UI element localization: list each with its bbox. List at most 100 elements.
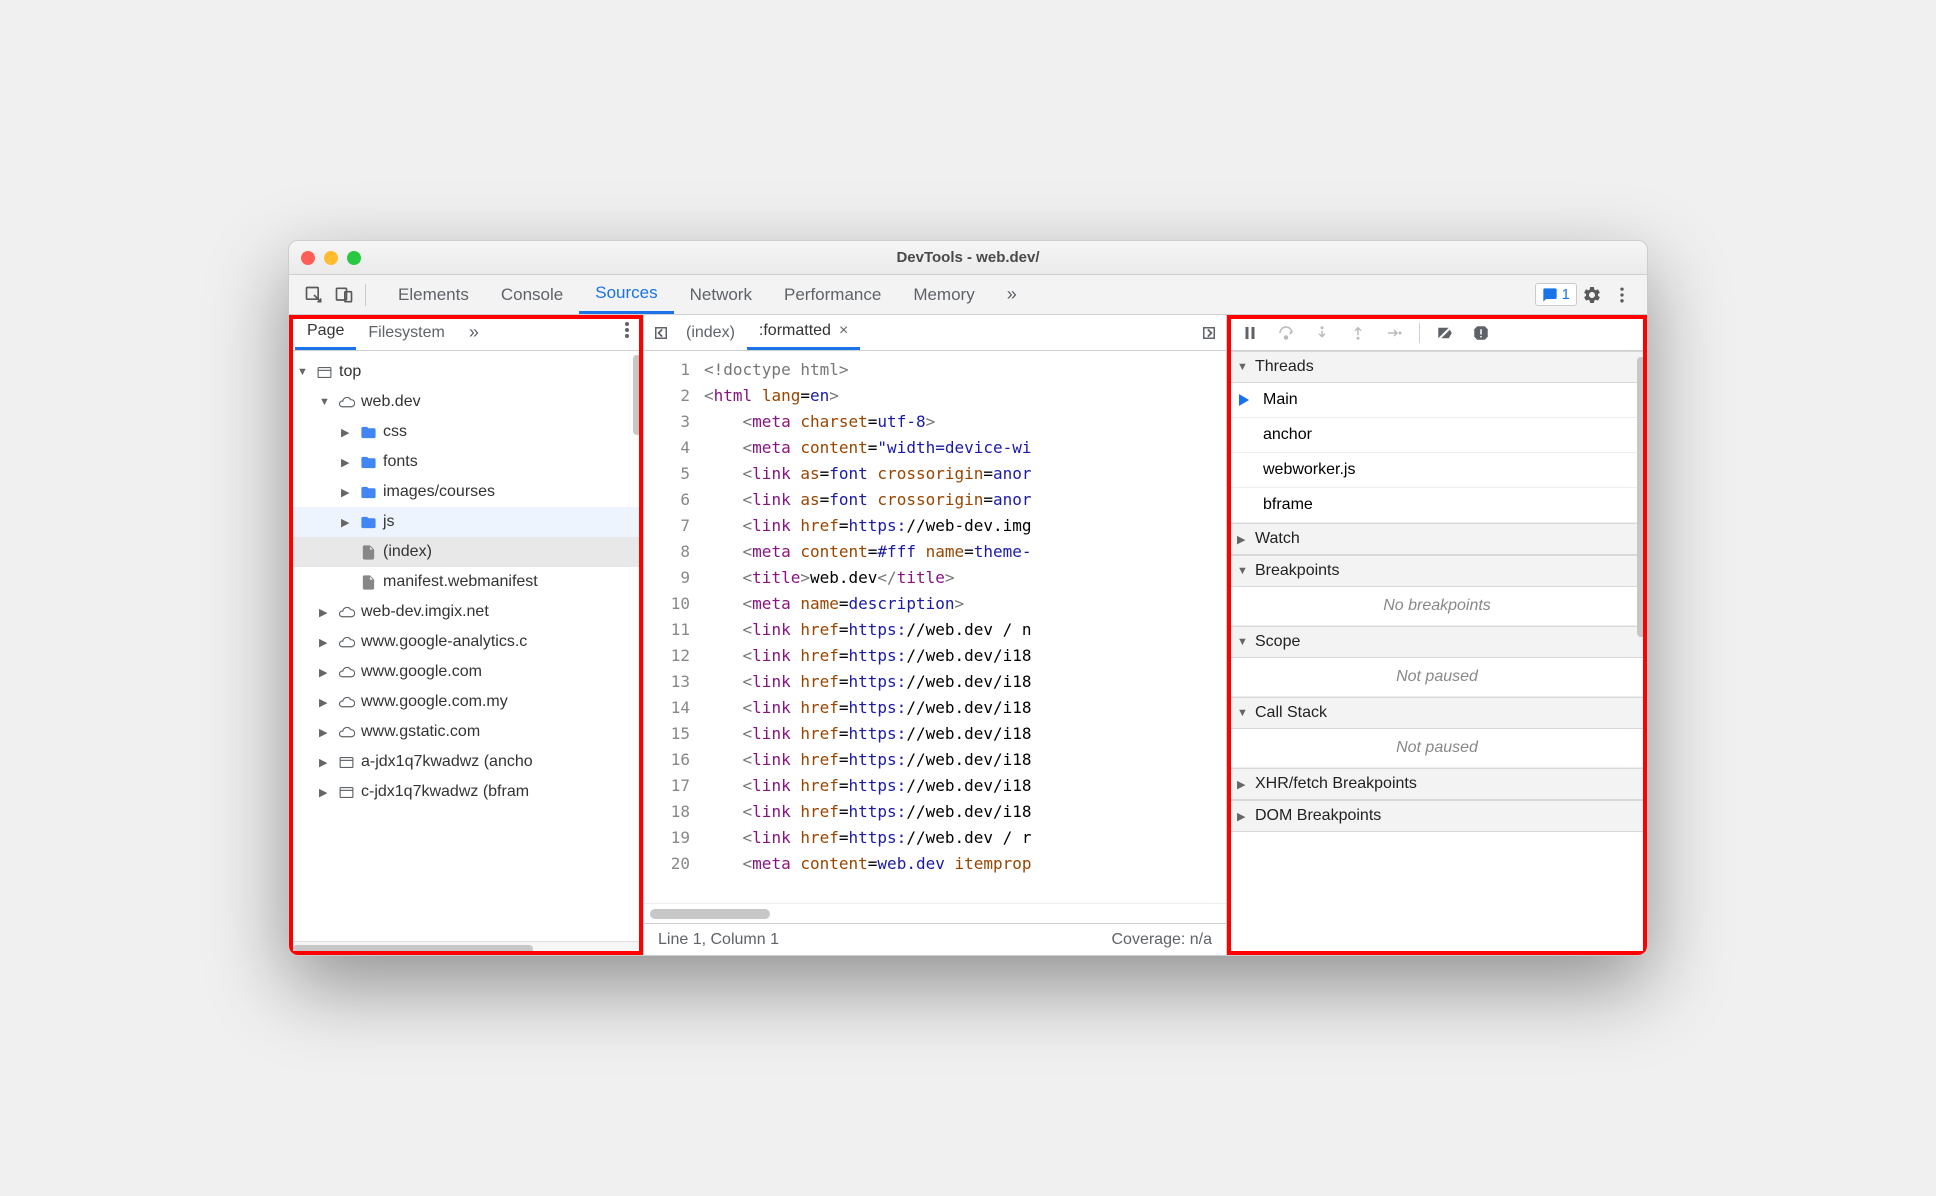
file-tree[interactable]: ▼top▼web.dev▶css▶fonts▶images/courses▶js… [289, 351, 643, 941]
pause-icon[interactable] [1235, 318, 1265, 348]
maximize-window-button[interactable] [347, 251, 361, 265]
tree-item[interactable]: ▶ www.google.com.my [289, 687, 643, 717]
deactivate-breakpoints-icon[interactable] [1430, 318, 1460, 348]
navigator-tab-filesystem[interactable]: Filesystem [356, 315, 456, 350]
section-header[interactable]: ▶DOM Breakpoints [1227, 800, 1647, 832]
tree-item-label: manifest.webmanifest [383, 573, 538, 591]
folder-icon [359, 513, 377, 531]
thread-item[interactable]: bframe [1227, 488, 1647, 523]
navigator-tab-page[interactable]: Page [295, 315, 356, 350]
vertical-scrollbar[interactable] [1637, 357, 1645, 637]
cloud-icon [337, 723, 355, 741]
thread-item[interactable]: Main [1227, 383, 1647, 418]
expand-toggle-icon: ▼ [1237, 707, 1249, 719]
expand-toggle-icon[interactable]: ▶ [319, 756, 331, 769]
step-icon[interactable] [1379, 318, 1409, 348]
tree-item[interactable]: ▶web-dev.imgix.net [289, 597, 643, 627]
editor-panel: (index) :formatted × 123456789101112131415… [644, 315, 1227, 955]
devtools-window: DevTools - web.dev/ ElementsConsoleSourc… [288, 240, 1648, 956]
minimize-window-button[interactable] [324, 251, 338, 265]
expand-toggle-icon[interactable]: ▶ [319, 786, 331, 799]
editor-scrollbar[interactable] [644, 903, 1226, 923]
expand-toggle-icon[interactable]: ▶ [319, 696, 331, 709]
tree-item-label: (index) [383, 543, 432, 561]
tree-item[interactable]: manifest.webmanifest [289, 567, 643, 597]
tree-item[interactable]: ▼top [289, 357, 643, 387]
file-icon [359, 573, 377, 591]
editor-tab-label: :formatted [759, 322, 831, 340]
device-toolbar-icon[interactable] [329, 280, 359, 310]
cursor-position: Line 1, Column 1 [658, 931, 779, 949]
tree-item[interactable]: ▶www.gstatic.com [289, 717, 643, 747]
tab-console[interactable]: Console [485, 275, 579, 314]
inspect-element-icon[interactable] [299, 280, 329, 310]
step-out-icon[interactable] [1343, 318, 1373, 348]
vertical-scrollbar[interactable] [633, 355, 641, 435]
pause-on-exceptions-icon[interactable] [1466, 318, 1496, 348]
thread-item[interactable]: anchor [1227, 418, 1647, 453]
step-over-icon[interactable] [1271, 318, 1301, 348]
expand-toggle-icon[interactable]: ▶ [319, 636, 331, 649]
tree-item[interactable]: (index) [289, 537, 643, 567]
code-editor[interactable]: 1234567891011121314151617181920 <!doctyp… [644, 351, 1226, 903]
section-header[interactable]: ▼Threads [1227, 351, 1647, 383]
section-header[interactable]: ▼Breakpoints [1227, 555, 1647, 587]
tree-item[interactable]: ▼web.dev [289, 387, 643, 417]
frame-icon [337, 783, 355, 801]
issues-badge[interactable]: 1 [1535, 283, 1577, 306]
editor-tab[interactable]: (index) [674, 315, 747, 350]
horizontal-scrollbar[interactable] [289, 941, 643, 955]
frame-icon [315, 363, 333, 381]
tab-network[interactable]: Network [674, 275, 768, 314]
close-tab-icon[interactable]: × [839, 322, 848, 340]
section-title: Scope [1255, 633, 1300, 651]
expand-toggle-icon: ▼ [1237, 565, 1249, 577]
expand-toggle-icon: ▶ [1237, 533, 1249, 546]
expand-toggle-icon[interactable]: ▶ [319, 606, 331, 619]
next-tab-icon[interactable] [1196, 320, 1222, 346]
settings-gear-icon[interactable] [1577, 280, 1607, 310]
code-content[interactable]: <!doctype html><html lang=en> <meta char… [700, 351, 1226, 903]
prev-tab-icon[interactable] [648, 320, 674, 346]
tree-item-label: www.google.com.my [361, 693, 508, 711]
thread-item[interactable]: webworker.js [1227, 453, 1647, 488]
expand-toggle-icon[interactable]: ▶ [319, 726, 331, 739]
more-menu-icon[interactable] [1607, 280, 1637, 310]
main-tabs: ElementsConsoleSourcesNetworkPerformance… [382, 275, 991, 314]
navigator-more-icon[interactable] [617, 322, 637, 343]
section-header[interactable]: ▶XHR/fetch Breakpoints [1227, 768, 1647, 800]
section-title: XHR/fetch Breakpoints [1255, 775, 1417, 793]
tab-performance[interactable]: Performance [768, 275, 897, 314]
expand-toggle-icon[interactable]: ▶ [341, 426, 353, 439]
tree-item-label: js [383, 513, 395, 531]
editor-tab[interactable]: :formatted × [747, 315, 860, 350]
expand-toggle-icon[interactable]: ▶ [319, 666, 331, 679]
tree-item[interactable]: ▶www.google-analytics.c [289, 627, 643, 657]
tree-item[interactable]: ▶c-jdx1q7kwadwz (bfram [289, 777, 643, 807]
tab-sources[interactable]: Sources [579, 275, 673, 314]
expand-toggle-icon: ▼ [1237, 361, 1249, 373]
tree-item[interactable]: ▶ js [289, 507, 643, 537]
section-header[interactable]: ▶Watch [1227, 523, 1647, 555]
tabs-overflow-button[interactable]: » [991, 284, 1033, 305]
empty-state: Not paused [1227, 658, 1647, 697]
tab-elements[interactable]: Elements [382, 275, 485, 314]
tree-item[interactable]: ▶a-jdx1q7kwadwz (ancho [289, 747, 643, 777]
tree-item[interactable]: ▶fonts [289, 447, 643, 477]
expand-toggle-icon[interactable]: ▼ [319, 396, 331, 408]
navigator-overflow[interactable]: » [457, 315, 491, 350]
debugger-toolbar [1227, 315, 1647, 351]
expand-toggle-icon[interactable]: ▶ [341, 456, 353, 469]
expand-toggle-icon[interactable]: ▶ [341, 486, 353, 499]
step-into-icon[interactable] [1307, 318, 1337, 348]
close-window-button[interactable] [301, 251, 315, 265]
expand-toggle-icon[interactable]: ▼ [297, 366, 309, 378]
tab-memory[interactable]: Memory [897, 275, 990, 314]
section-header[interactable]: ▼Scope [1227, 626, 1647, 658]
tree-item[interactable]: ▶css [289, 417, 643, 447]
section-header[interactable]: ▼Call Stack [1227, 697, 1647, 729]
expand-toggle-icon[interactable]: ▶ [341, 516, 353, 529]
tree-item[interactable]: ▶www.google.com [289, 657, 643, 687]
tree-item[interactable]: ▶images/courses [289, 477, 643, 507]
coverage-status: Coverage: n/a [1111, 931, 1212, 949]
